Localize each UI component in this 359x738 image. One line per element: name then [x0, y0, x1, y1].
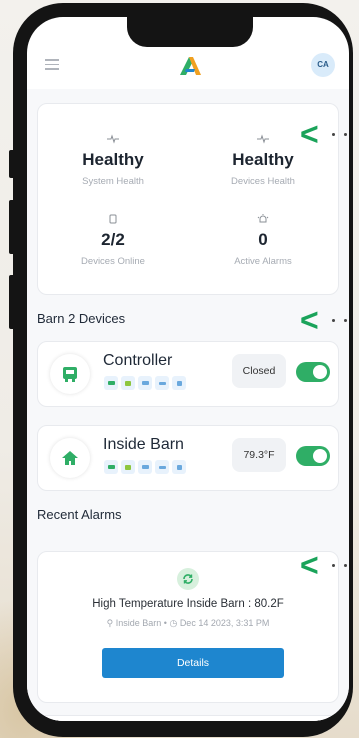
- annotation-dot: [332, 564, 335, 567]
- device-toggle[interactable]: [296, 362, 330, 382]
- annotation-arrow: <: [300, 116, 319, 152]
- edit-icon[interactable]: [172, 460, 186, 474]
- signal-icon[interactable]: [121, 376, 135, 390]
- controller-icon: [50, 354, 90, 394]
- system-health-value: Healthy: [82, 150, 144, 169]
- active-alarms-value: 0: [258, 230, 268, 249]
- alarm-meta: ⚲ Inside Barn • ◷ Dec 14 2023, 3:31 PM: [38, 618, 338, 629]
- device-card-inside-barn[interactable]: Inside Barn 79.3°F: [37, 425, 339, 491]
- health-summary-card: Healthy System Health Healthy Devices He…: [37, 103, 339, 295]
- details-button[interactable]: Details: [102, 648, 284, 678]
- next-alarm-card: [37, 715, 339, 721]
- app-logo[interactable]: [177, 55, 203, 77]
- battery-icon[interactable]: [104, 376, 118, 390]
- alarm-card: High Temperature Inside Barn : 80.2F ⚲ I…: [37, 551, 339, 703]
- active-alarms-label: Active Alarms: [234, 256, 292, 267]
- device-tools: [104, 376, 186, 390]
- clock-icon: ◷: [169, 618, 178, 628]
- home-icon: [50, 438, 90, 478]
- annotation-arrow: <: [300, 302, 319, 338]
- alarm-location: Inside Barn: [115, 618, 162, 628]
- annotation-dot: [332, 319, 335, 322]
- app-header: CA: [27, 47, 349, 87]
- annotation-dot: [344, 133, 347, 136]
- alarms-section-title: Recent Alarms: [37, 507, 122, 522]
- alarm-meta-separator: •: [163, 618, 167, 628]
- alarm-title: High Temperature Inside Barn : 80.2F: [92, 598, 284, 610]
- device-name: Controller: [103, 352, 173, 369]
- annotation-dot: [344, 564, 347, 567]
- device-card-controller[interactable]: Controller Closed: [37, 341, 339, 407]
- avatar[interactable]: CA: [311, 53, 335, 77]
- main-content: Healthy System Health Healthy Devices He…: [27, 89, 349, 721]
- annotation-arrow: <: [300, 547, 319, 583]
- device-status: Closed: [232, 354, 286, 388]
- chart-icon[interactable]: [155, 460, 169, 474]
- annotation-dot: [344, 319, 347, 322]
- devices-online-value: 2/2: [101, 230, 125, 249]
- system-health-stat: Healthy System Health: [38, 134, 188, 187]
- device-toggle[interactable]: [296, 446, 330, 466]
- device-icon: [38, 214, 188, 228]
- active-alarms-stat: 0 Active Alarms: [188, 214, 338, 267]
- battery-icon[interactable]: [104, 460, 118, 474]
- devices-health-value: Healthy: [232, 150, 294, 169]
- edit-icon[interactable]: [172, 376, 186, 390]
- system-health-label: System Health: [82, 176, 144, 187]
- pulse-icon: [38, 134, 188, 148]
- signal-icon[interactable]: [121, 460, 135, 474]
- annotation-dot: [332, 133, 335, 136]
- device-name: Inside Barn: [103, 436, 184, 453]
- alarm-timestamp: Dec 14 2023, 3:31 PM: [179, 618, 270, 628]
- location-pin-icon: ⚲: [106, 618, 114, 628]
- devices-online-stat: 2/2 Devices Online: [38, 214, 188, 267]
- qr-code-icon[interactable]: [138, 460, 152, 474]
- phone-notch: [127, 17, 253, 47]
- devices-online-label: Devices Online: [81, 256, 145, 267]
- devices-section-title: Barn 2 Devices: [37, 311, 126, 326]
- refresh-icon: [177, 568, 199, 590]
- hamburger-icon[interactable]: [45, 59, 59, 70]
- alarm-bell-icon: [188, 214, 338, 228]
- device-tools: [104, 460, 186, 474]
- devices-health-label: Devices Health: [231, 176, 295, 187]
- qr-code-icon[interactable]: [138, 376, 152, 390]
- chart-icon[interactable]: [155, 376, 169, 390]
- device-status: 79.3°F: [232, 438, 286, 472]
